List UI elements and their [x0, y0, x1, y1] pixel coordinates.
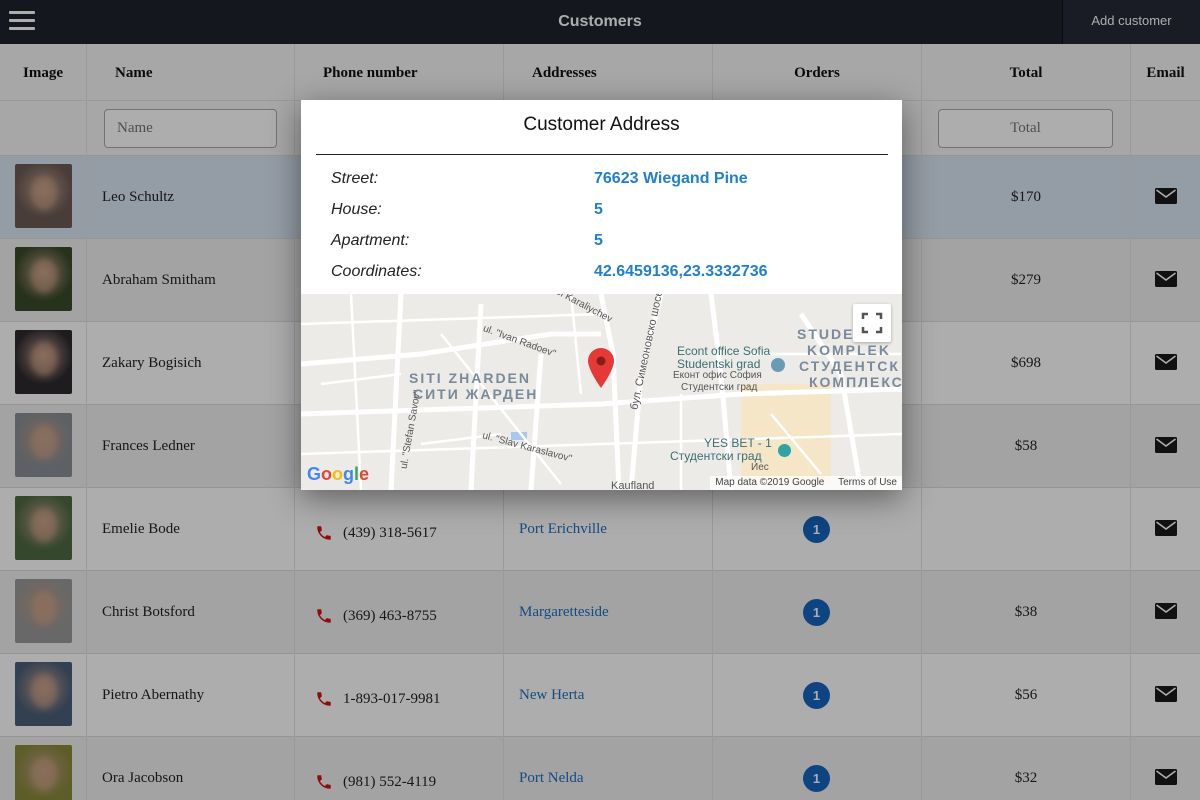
house-value: 5	[594, 201, 603, 218]
poi-marker-icon[interactable]	[778, 444, 791, 457]
fullscreen-icon	[861, 312, 883, 334]
divider	[316, 154, 888, 155]
poi-marker-icon[interactable]	[771, 358, 785, 372]
district-label: KOMPLEK	[807, 342, 891, 358]
district-label-cyrillic: КОМПЛЕКС	[809, 374, 902, 390]
customer-address-dialog: Customer Address Street: 76623 Wiegand P…	[301, 100, 902, 490]
apartment-value: 5	[594, 232, 603, 249]
poi-label-cyrillic: Студентски град	[670, 449, 762, 463]
poi-label-cyrillic: Студентски град	[681, 382, 758, 393]
coordinates-value: 42.6459136,23.3332736	[594, 263, 768, 280]
google-logo[interactable]: Google	[307, 464, 369, 485]
map-view[interactable]: SITI ZHARDEN СИТИ ЖАРДЕН STUDENTS KOMPLE…	[301, 294, 902, 490]
district-label-cyrillic: СИТИ ЖАРДЕН	[413, 386, 539, 402]
coordinates-label: Coordinates:	[331, 263, 422, 280]
poi-label: YES BET - 1	[704, 436, 772, 450]
district-label-cyrillic: СТУДЕНТСК	[799, 358, 900, 374]
district-label: SITI ZHARDEN	[409, 370, 531, 386]
map-data-text: Map data ©2019 Google	[715, 477, 825, 488]
house-label: House:	[331, 201, 382, 218]
poi-label-cyrillic: Еконт офис София	[673, 370, 762, 381]
terms-of-use-link[interactable]: Terms of Use	[838, 477, 897, 488]
poi-label-cyrillic: Иес	[751, 462, 769, 473]
place-label: Kaufland	[611, 480, 655, 490]
street-value: 76623 Wiegand Pine	[594, 170, 748, 187]
location-pin-icon[interactable]	[588, 348, 614, 388]
fullscreen-button[interactable]	[853, 304, 891, 342]
map-roads	[301, 294, 902, 490]
apartment-label: Apartment:	[331, 232, 410, 249]
street-label: Street:	[331, 170, 379, 187]
dialog-title: Customer Address	[523, 114, 680, 135]
map-attribution: Map data ©2019 Google Terms of Use	[710, 476, 902, 490]
poi-label: Econt office Sofia	[677, 344, 771, 358]
poi-label: Studentski grad	[677, 357, 761, 371]
